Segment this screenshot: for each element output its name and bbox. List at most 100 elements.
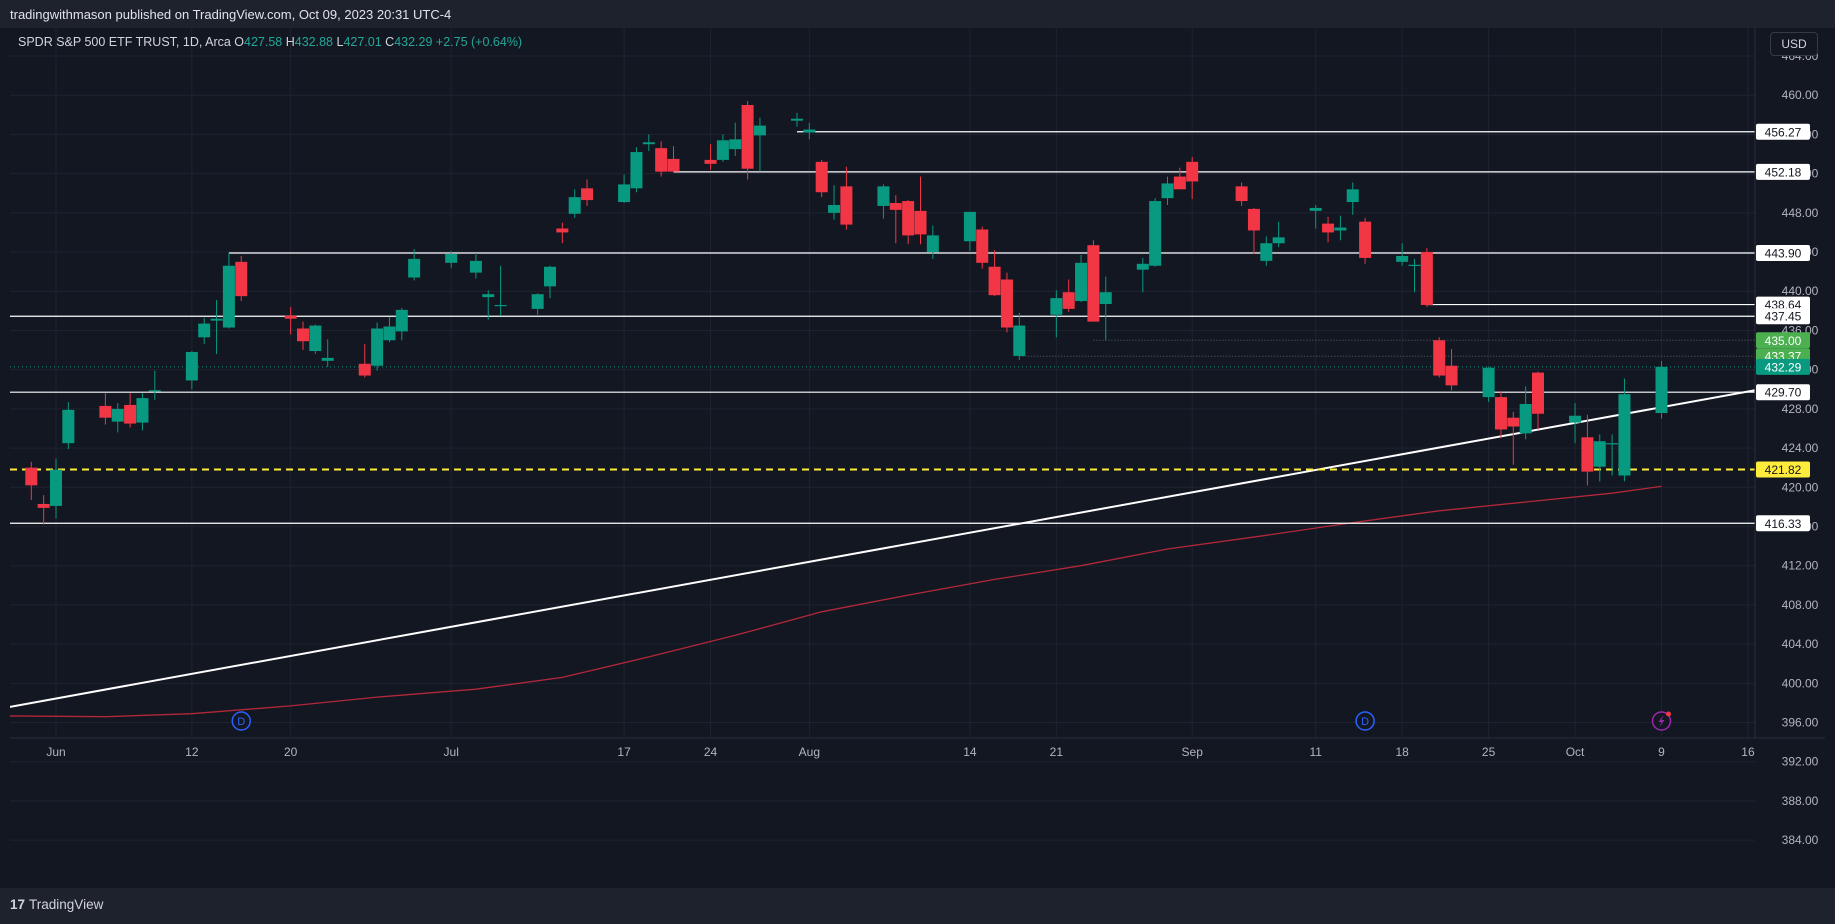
x-tick-label: 11: [1309, 745, 1322, 759]
y-tick-label: 424.00: [1782, 441, 1819, 455]
open-value: 427.58: [244, 35, 283, 49]
candle-body: [926, 235, 939, 253]
x-tick-label: Sep: [1182, 745, 1204, 759]
candle-body: [1519, 403, 1532, 434]
x-tick-label: 12: [185, 745, 199, 759]
symbol-name: SPDR S&P 500 ETF TRUST, 1D, Arca: [18, 35, 231, 49]
candle-body: [198, 323, 211, 338]
candle: [148, 370, 161, 401]
x-tick-label: 9: [1658, 745, 1665, 759]
candle: [840, 166, 853, 230]
dividend-marker-label: D: [1361, 716, 1369, 728]
candle-body: [1186, 161, 1199, 182]
high-label: H: [285, 35, 295, 49]
y-tick-label: 448.00: [1782, 206, 1819, 220]
y-tick-label: 404.00: [1782, 637, 1819, 651]
tradingview-logo[interactable]: 17 TradingView: [10, 897, 103, 912]
price-axis-label-text: 429.70: [1765, 386, 1802, 400]
price-axis-label: 429.70: [1756, 384, 1810, 401]
price-axis-label-text: 437.45: [1765, 310, 1802, 324]
price-axis-label-text: 432.29: [1765, 360, 1802, 374]
currency-button[interactable]: USD: [1770, 32, 1818, 56]
candle-body: [716, 140, 729, 160]
candle-body: [383, 326, 396, 341]
candle-body: [1396, 255, 1409, 262]
candle: [1593, 434, 1606, 482]
candle-body: [581, 188, 594, 201]
candle: [111, 402, 124, 433]
candle: [667, 146, 680, 172]
candle: [1532, 371, 1544, 430]
candle: [395, 307, 408, 341]
x-tick-label: Aug: [799, 745, 820, 759]
candle: [618, 174, 631, 204]
candle-body: [25, 467, 38, 486]
dividend-marker-label: D: [237, 716, 245, 728]
candle: [1507, 411, 1520, 465]
x-tick-label: Jun: [46, 745, 65, 759]
candle-body: [902, 201, 915, 236]
candle: [1013, 312, 1026, 360]
candle: [1482, 366, 1495, 403]
candle-body: [1050, 298, 1063, 315]
candle: [963, 211, 976, 252]
candle-body: [1334, 227, 1347, 231]
candle-body: [642, 142, 655, 145]
candle-body: [1494, 397, 1507, 430]
candle: [1322, 216, 1335, 243]
candle-body: [1346, 189, 1359, 203]
candle-body: [309, 325, 322, 352]
candle-body: [1445, 365, 1458, 386]
candle: [185, 351, 198, 390]
candle-body: [1309, 207, 1322, 211]
candle-body: [741, 105, 754, 169]
candle: [1334, 215, 1347, 241]
candle-body: [210, 318, 223, 321]
price-axis-label: 456.27: [1756, 123, 1810, 140]
top-bar: tradingwithmason published on TradingVie…: [0, 0, 1835, 28]
candle: [1186, 156, 1199, 200]
x-tick-label: 24: [704, 745, 718, 759]
price-axis-label: 432.29: [1756, 358, 1810, 375]
candle-body: [840, 186, 853, 225]
tv-logo-mark: 17: [10, 897, 26, 912]
price-axis-label-text: 416.33: [1765, 517, 1802, 531]
candle: [716, 134, 729, 162]
candle-body: [235, 261, 248, 297]
candle-body: [889, 203, 902, 210]
candle-body: [1247, 208, 1260, 231]
y-tick-label: 392.00: [1782, 755, 1819, 769]
candle-body: [358, 363, 371, 376]
x-tick-label: 14: [963, 745, 977, 759]
candle-body: [111, 408, 124, 422]
candle-body: [371, 328, 384, 366]
candle-body: [1075, 262, 1088, 302]
candle: [371, 322, 384, 371]
candle-body: [1322, 223, 1335, 233]
price-axis-label: 443.90: [1756, 245, 1810, 262]
price-chart[interactable]: 384.00 388.00 392.00 396.00 400.00 404.00 408.…: [10, 28, 1825, 888]
price-axis-label-text: 452.18: [1765, 165, 1802, 179]
candle-body: [667, 158, 680, 172]
candle-body: [284, 315, 297, 319]
high-value: 432.88: [294, 35, 334, 49]
candle-body: [1532, 372, 1544, 414]
moving-average-line: [10, 485, 1662, 718]
candle-body: [1272, 237, 1285, 244]
candle: [124, 393, 137, 428]
candle-body: [1482, 367, 1495, 398]
candle-body: [1260, 243, 1273, 261]
candle: [25, 461, 38, 501]
candle-body: [136, 398, 149, 423]
candle: [1420, 248, 1433, 307]
candle: [1000, 272, 1013, 333]
candle: [469, 253, 482, 279]
candle-body: [1420, 252, 1433, 305]
candle: [988, 250, 1001, 297]
candle-body: [494, 304, 507, 307]
candle-body: [630, 152, 643, 189]
chart-area[interactable]: 384.00 388.00 392.00 396.00 400.00 404.00 408.…: [10, 28, 1825, 888]
candle-body: [704, 159, 717, 164]
candle-body: [1359, 221, 1372, 258]
candle-body: [185, 352, 198, 381]
